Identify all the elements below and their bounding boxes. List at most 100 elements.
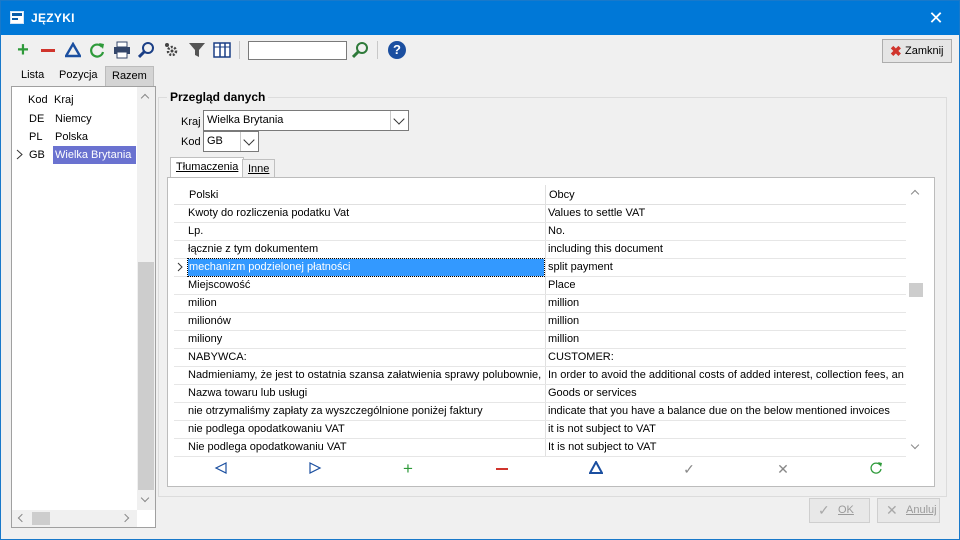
list-horizontal-scrollbar[interactable] bbox=[12, 510, 137, 527]
nav-cancel-icon[interactable]: ✕ bbox=[775, 461, 791, 477]
header-polski[interactable]: Polski bbox=[189, 189, 218, 201]
nav-accept-icon[interactable]: ✓ bbox=[681, 461, 697, 477]
scroll-right-icon[interactable] bbox=[120, 513, 130, 523]
columns-icon[interactable] bbox=[212, 40, 232, 60]
cell-polski[interactable]: milion bbox=[188, 297, 544, 309]
table-row[interactable]: Lp. No. bbox=[174, 223, 906, 241]
list-scroll-thumb[interactable] bbox=[138, 262, 154, 490]
tab-tlumaczenia[interactable]: Tłumaczenia bbox=[170, 157, 245, 178]
country-list: Kod Kraj DE Niemcy PL Polska GB Wielka B… bbox=[11, 86, 156, 528]
header-kraj: Kraj bbox=[54, 94, 74, 106]
add-icon[interactable]: + bbox=[13, 40, 33, 60]
cell-obcy[interactable]: indicate that you have a balance due on … bbox=[548, 405, 906, 417]
table-row[interactable]: łącznie z tym dokumentem including this d… bbox=[174, 241, 906, 259]
cell-polski[interactable]: Nadmieniamy, że jest to ostatnia szansa … bbox=[188, 369, 544, 381]
scroll-up-icon[interactable] bbox=[910, 189, 920, 199]
search-icon[interactable] bbox=[137, 40, 157, 60]
table-row[interactable]: Miejscowość Place bbox=[174, 277, 906, 295]
scroll-up-icon[interactable] bbox=[140, 93, 150, 103]
kod-combo[interactable]: GB bbox=[203, 131, 259, 152]
cell-polski[interactable]: NABYWCA: bbox=[188, 351, 544, 363]
table-row[interactable]: Nadmieniamy, że jest to ostatnia szansa … bbox=[174, 367, 906, 385]
close-icon: ✖ bbox=[890, 43, 902, 59]
edit-icon[interactable] bbox=[63, 40, 83, 60]
cell-polski[interactable]: Nazwa towaru lub usługi bbox=[188, 387, 544, 399]
nav-next-icon[interactable] bbox=[307, 461, 323, 477]
cell-polski[interactable]: łącznie z tym dokumentem bbox=[188, 243, 544, 255]
table-row[interactable]: milion million bbox=[174, 295, 906, 313]
cell-obcy[interactable]: split payment bbox=[548, 261, 906, 273]
cell-obcy[interactable]: million bbox=[548, 333, 906, 345]
window-title: JĘZYKI bbox=[31, 11, 75, 25]
cell-obcy[interactable]: No. bbox=[548, 225, 906, 237]
list-vertical-scrollbar[interactable] bbox=[137, 87, 155, 510]
nav-prev-icon[interactable] bbox=[213, 461, 229, 477]
search-input[interactable] bbox=[248, 41, 347, 60]
cell-polski[interactable]: Kwoty do rozliczenia podatku Vat bbox=[188, 207, 544, 219]
cell-polski[interactable]: nie podlega opodatkowaniu VAT bbox=[188, 423, 544, 435]
table-row-selected[interactable]: mechanizm podzielonej płatności split pay… bbox=[174, 258, 906, 277]
nav-refresh-icon[interactable] bbox=[868, 461, 884, 477]
table-row[interactable]: NABYWCA: CUSTOMER: bbox=[174, 349, 906, 367]
cancel-button[interactable]: ✕ Anuluj bbox=[877, 498, 940, 523]
scroll-left-icon[interactable] bbox=[17, 513, 27, 523]
cell-obcy[interactable]: Values to settle VAT bbox=[548, 207, 906, 219]
cell-obcy[interactable]: In order to avoid the additional costs o… bbox=[548, 369, 906, 381]
list-item-selected[interactable]: GB Wielka Brytania bbox=[12, 146, 136, 164]
tab-inne[interactable]: Inne bbox=[242, 159, 276, 177]
cell-polski[interactable]: Lp. bbox=[188, 225, 544, 237]
cancel-icon: ✕ bbox=[886, 502, 898, 518]
tab-pozycja[interactable]: Pozycja bbox=[53, 66, 104, 85]
app-window: JĘZYKI ✕ + ? ✖ Zamknij Lista Pozycja Raz… bbox=[0, 0, 960, 540]
table-row[interactable]: Kwoty do rozliczenia podatku Vat Values t… bbox=[174, 205, 906, 223]
tab-lista[interactable]: Lista bbox=[15, 66, 50, 85]
scroll-down-icon[interactable] bbox=[140, 493, 150, 503]
grid-vertical-scrollbar[interactable] bbox=[907, 184, 925, 458]
cell-polski[interactable]: Miejscowość bbox=[188, 279, 544, 291]
list-item-kraj: Wielka Brytania bbox=[53, 146, 136, 164]
overview-title: Przegląd danych bbox=[167, 90, 269, 104]
cell-polski[interactable]: Nie podlega opodatkowaniu VAT bbox=[188, 441, 544, 453]
table-row[interactable]: miliony million bbox=[174, 331, 906, 349]
cell-obcy[interactable]: CUSTOMER: bbox=[548, 351, 906, 363]
cell-obcy[interactable]: it is not subject to VAT bbox=[548, 423, 906, 435]
window-close-button[interactable]: ✕ bbox=[913, 1, 959, 35]
delete-icon[interactable] bbox=[38, 40, 58, 60]
table-row[interactable]: nie otrzymaliśmy zapłaty za wyszczególni… bbox=[174, 403, 906, 421]
table-row[interactable]: Nazwa towaru lub usługi Goods or services bbox=[174, 385, 906, 403]
close-button[interactable]: ✖ Zamknij bbox=[882, 39, 952, 63]
cell-obcy[interactable]: It is not subject to VAT bbox=[548, 441, 906, 453]
refresh-icon[interactable] bbox=[87, 40, 107, 60]
ok-button[interactable]: ✓ OK bbox=[809, 498, 870, 523]
cell-obcy[interactable]: million bbox=[548, 315, 906, 327]
print-icon[interactable] bbox=[112, 40, 132, 60]
settings-icon[interactable] bbox=[162, 40, 182, 60]
cell-obcy[interactable]: million bbox=[548, 297, 906, 309]
cell-polski[interactable]: miliony bbox=[188, 333, 544, 345]
cell-polski[interactable]: nie otrzymaliśmy zapłaty za wyszczególni… bbox=[188, 405, 544, 417]
filter-icon[interactable] bbox=[187, 40, 207, 60]
tab-razem[interactable]: Razem bbox=[105, 66, 154, 86]
cell-obcy[interactable]: including this document bbox=[548, 243, 906, 255]
cell-polski[interactable]: milionów bbox=[188, 315, 544, 327]
nav-delete-icon[interactable] bbox=[494, 461, 510, 477]
table-row[interactable]: nie podlega opodatkowaniu VAT it is not s… bbox=[174, 421, 906, 439]
table-row[interactable]: Nie podlega opodatkowaniu VAT It is not s… bbox=[174, 439, 906, 457]
nav-add-icon[interactable]: + bbox=[400, 460, 416, 477]
nav-edit-icon[interactable] bbox=[588, 459, 604, 477]
list-hscroll-thumb[interactable] bbox=[32, 512, 50, 525]
table-row[interactable]: milionów million bbox=[174, 313, 906, 331]
cell-polski[interactable]: mechanizm podzielonej płatności bbox=[187, 258, 545, 277]
cell-obcy[interactable]: Goods or services bbox=[548, 387, 906, 399]
list-item[interactable]: DE Niemcy bbox=[12, 110, 136, 128]
find-icon[interactable] bbox=[351, 40, 371, 60]
cell-obcy[interactable]: Place bbox=[548, 279, 906, 291]
chevron-down-icon[interactable] bbox=[240, 132, 258, 151]
grid-scroll-thumb[interactable] bbox=[909, 283, 923, 297]
help-icon[interactable]: ? bbox=[387, 40, 407, 60]
chevron-down-icon[interactable] bbox=[390, 111, 408, 130]
scroll-down-icon[interactable] bbox=[910, 440, 920, 450]
kraj-combo[interactable]: Wielka Brytania bbox=[203, 110, 409, 131]
header-obcy[interactable]: Obcy bbox=[549, 189, 575, 201]
list-item[interactable]: PL Polska bbox=[12, 128, 136, 146]
